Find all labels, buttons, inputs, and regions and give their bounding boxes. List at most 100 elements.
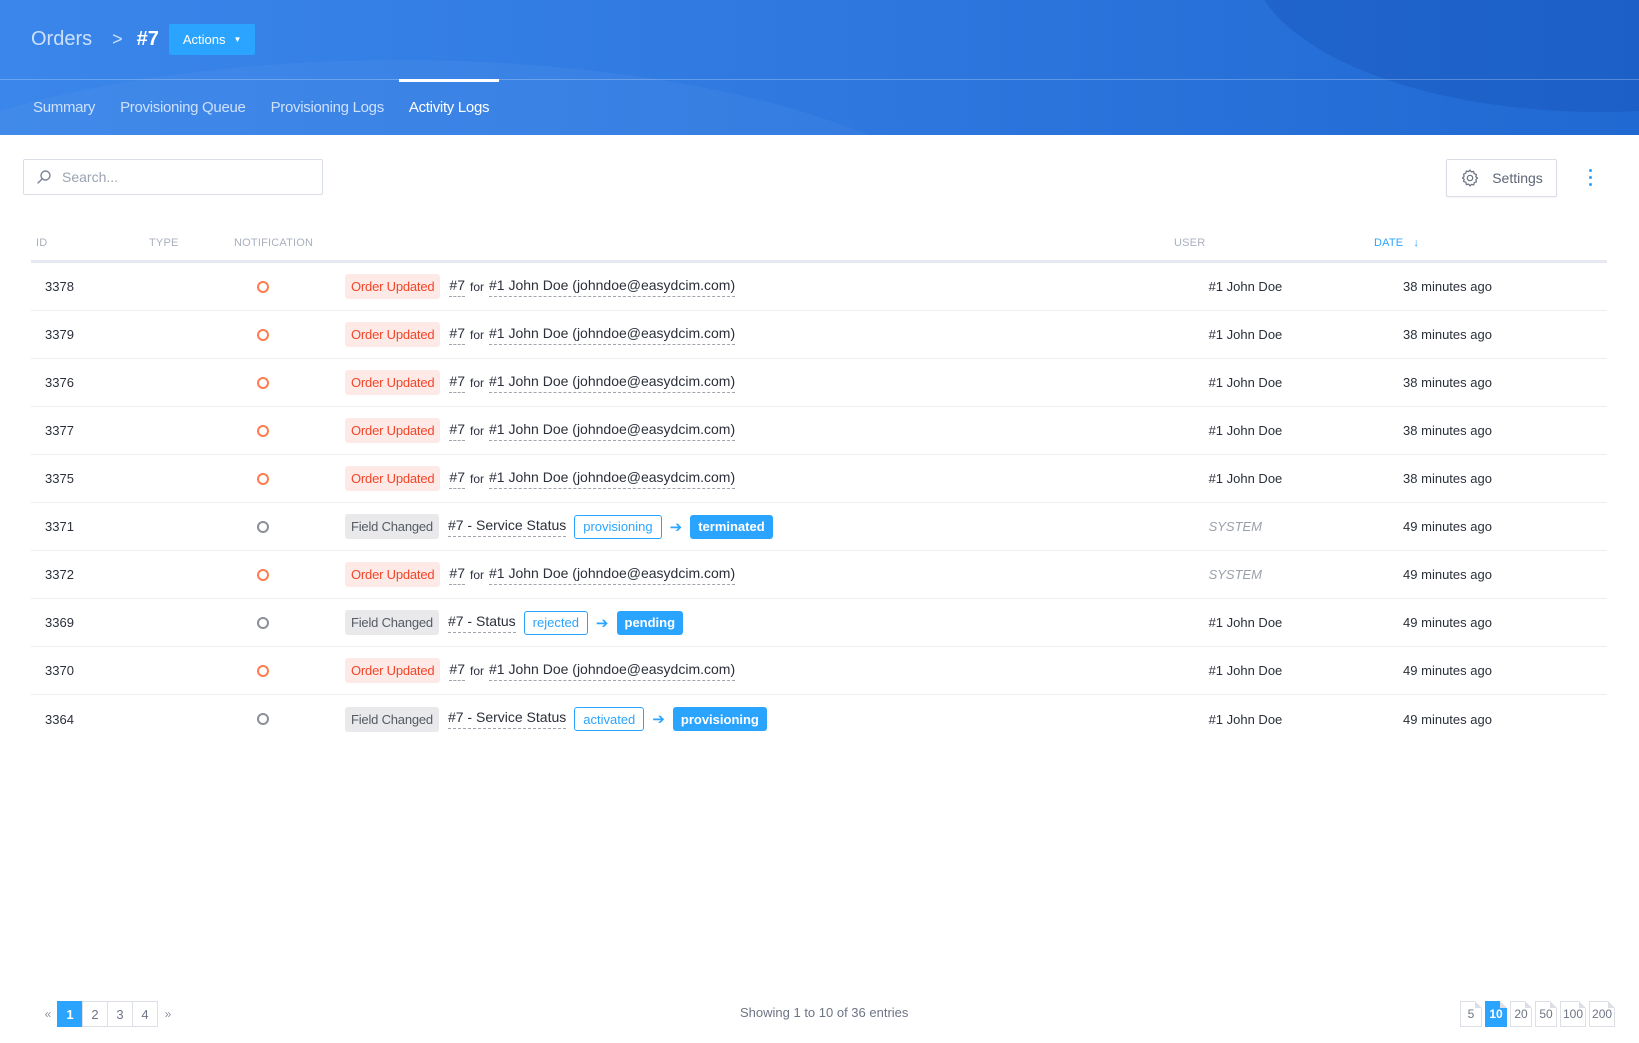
table-row[interactable]: 3372 Order Updated #7 for #1 John Doe (j…	[31, 551, 1607, 599]
client-link[interactable]: #1 John Doe (johndoe@easydcim.com)	[489, 325, 736, 345]
row-user: #1 John Doe	[1199, 712, 1393, 727]
page-size-50[interactable]: 50	[1535, 1001, 1557, 1027]
tab-provisioning-logs[interactable]: Provisioning Logs	[261, 80, 394, 135]
page-size-100[interactable]: 100	[1560, 1001, 1587, 1027]
page-button-4[interactable]: 4	[132, 1001, 158, 1027]
row-date: 49 minutes ago	[1393, 615, 1607, 630]
order-link[interactable]: #7	[449, 325, 465, 345]
table-row[interactable]: 3369 Field Changed #7 - Status rejected …	[31, 599, 1607, 647]
next-page-icon[interactable]: »	[158, 1007, 178, 1021]
field-link[interactable]: #7 - Service Status	[447, 517, 567, 537]
row-type	[141, 472, 337, 485]
row-notification: Order Updated #7 for #1 John Doe (johndo…	[336, 370, 1199, 395]
type-badge-order-updated: Order Updated	[345, 658, 441, 683]
order-link[interactable]: #7	[449, 469, 465, 489]
date-text: 49 minutes ago	[1403, 567, 1492, 582]
for-text: for	[469, 567, 484, 582]
order-link[interactable]: #7	[449, 277, 465, 297]
table-row[interactable]: 3370 Order Updated #7 for #1 John Doe (j…	[31, 647, 1607, 695]
user-name[interactable]: #1 John Doe	[1199, 712, 1283, 727]
date-text: 49 minutes ago	[1403, 663, 1492, 678]
page-size-200[interactable]: 200	[1589, 1001, 1616, 1027]
page-size-10[interactable]: 10	[1485, 1001, 1507, 1027]
row-type	[141, 280, 337, 293]
row-type	[141, 568, 337, 581]
prev-page-icon[interactable]: «	[38, 1007, 58, 1021]
row-notification: Order Updated #7 for #1 John Doe (johndo…	[336, 322, 1199, 347]
type-circle-icon	[257, 520, 270, 533]
tab-provisioning-queue[interactable]: Provisioning Queue	[110, 80, 256, 135]
client-link[interactable]: #1 John Doe (johndoe@easydcim.com)	[489, 469, 736, 489]
table-row[interactable]: 3378 Order Updated #7 for #1 John Doe (j…	[31, 263, 1607, 311]
actions-dropdown-button[interactable]: Actions ▼	[168, 23, 256, 55]
order-link[interactable]: #7	[449, 661, 465, 681]
type-circle-icon	[257, 616, 270, 629]
sort-desc-icon: ↓	[1413, 236, 1420, 249]
client-link[interactable]: #1 John Doe (johndoe@easydcim.com)	[489, 661, 736, 681]
user-name[interactable]: #1 John Doe	[1199, 279, 1283, 294]
page-button-3[interactable]: 3	[107, 1001, 133, 1027]
table-row[interactable]: 3377 Order Updated #7 for #1 John Doe (j…	[31, 407, 1607, 455]
table-row[interactable]: 3375 Order Updated #7 for #1 John Doe (j…	[31, 455, 1607, 503]
chevron-right-icon: >	[112, 28, 123, 49]
user-name[interactable]: #1 John Doe	[1199, 615, 1283, 630]
row-notification: Order Updated #7 for #1 John Doe (johndo…	[336, 418, 1199, 443]
page-button-2[interactable]: 2	[82, 1001, 108, 1027]
user-name[interactable]: #1 John Doe	[1199, 375, 1283, 390]
client-link[interactable]: #1 John Doe (johndoe@easydcim.com)	[489, 565, 736, 585]
date-text: 49 minutes ago	[1403, 711, 1492, 727]
row-date: 49 minutes ago	[1393, 712, 1607, 727]
row-notification: Order Updated #7 for #1 John Doe (johndo…	[336, 658, 1199, 683]
column-header-date[interactable]: DATE ↓	[1374, 237, 1594, 249]
tab-summary[interactable]: Summary	[23, 80, 105, 135]
page-size-20[interactable]: 20	[1510, 1001, 1532, 1027]
row-date: 38 minutes ago	[1393, 423, 1607, 438]
order-link[interactable]: #7	[449, 421, 465, 441]
type-circle-icon	[257, 376, 270, 389]
row-id: 3369	[45, 615, 74, 630]
row-id: 3378	[45, 279, 74, 294]
page-size-5[interactable]: 5	[1460, 1001, 1482, 1027]
for-text: for	[469, 471, 484, 486]
column-header-user[interactable]: USER	[1174, 237, 1374, 249]
breadcrumb-orders-link[interactable]: Orders	[31, 28, 92, 51]
for-text: for	[469, 423, 484, 438]
field-link[interactable]: #7 - Service Status	[447, 709, 567, 729]
tab-activity-logs[interactable]: Activity Logs	[398, 79, 500, 135]
row-id: 3377	[45, 423, 74, 438]
settings-button[interactable]: Settings	[1446, 159, 1557, 197]
row-user: #1 John Doe	[1199, 471, 1393, 486]
client-link[interactable]: #1 John Doe (johndoe@easydcim.com)	[489, 421, 736, 441]
search-input[interactable]	[62, 169, 302, 185]
user-name[interactable]: #1 John Doe	[1199, 471, 1283, 486]
column-header-notification[interactable]: NOTIFICATION	[234, 237, 1174, 249]
more-options-icon[interactable]	[1582, 165, 1598, 189]
type-badge-field-changed: Field Changed	[345, 514, 439, 539]
column-header-type[interactable]: TYPE	[144, 237, 234, 249]
search-box	[23, 159, 323, 195]
type-badge-order-updated: Order Updated	[345, 466, 441, 491]
table-row[interactable]: 3371 Field Changed #7 - Service Status p…	[31, 503, 1607, 551]
client-link[interactable]: #1 John Doe (johndoe@easydcim.com)	[489, 277, 736, 297]
user-name[interactable]: #1 John Doe	[1199, 327, 1283, 342]
row-type	[141, 424, 337, 437]
row-notification: Field Changed #7 - Status rejected ➔ pen…	[336, 610, 1199, 635]
settings-label: Settings	[1492, 170, 1543, 186]
user-name[interactable]: #1 John Doe	[1199, 423, 1283, 438]
client-link[interactable]: #1 John Doe (johndoe@easydcim.com)	[489, 373, 736, 393]
page-button-1[interactable]: 1	[57, 1001, 83, 1027]
order-link[interactable]: #7	[449, 565, 465, 585]
field-link[interactable]: #7 - Status	[447, 613, 516, 633]
row-id: 3372	[45, 567, 74, 582]
table-row[interactable]: 3364 Field Changed #7 - Service Status a…	[31, 695, 1607, 743]
row-user: #1 John Doe	[1199, 375, 1393, 390]
for-text: for	[469, 279, 484, 294]
table-row[interactable]: 3379 Order Updated #7 for #1 John Doe (j…	[31, 311, 1607, 359]
order-link[interactable]: #7	[449, 373, 465, 393]
user-name[interactable]: #1 John Doe	[1199, 663, 1283, 678]
column-header-id[interactable]: ID	[31, 237, 144, 249]
table-row[interactable]: 3376 Order Updated #7 for #1 John Doe (j…	[31, 359, 1607, 407]
type-circle-icon	[257, 664, 270, 677]
row-id: 3371	[45, 519, 74, 534]
entries-info: Showing 1 to 10 of 36 entries	[740, 1005, 909, 1020]
